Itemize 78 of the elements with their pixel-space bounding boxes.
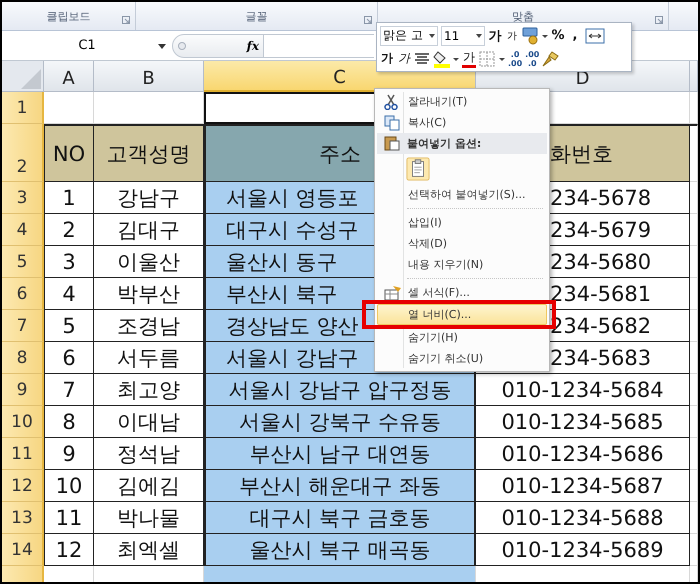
insert-function-button[interactable]: fx bbox=[246, 38, 259, 52]
table-cell: 부산시 해운대구 좌동 bbox=[204, 470, 476, 502]
caret-icon bbox=[476, 34, 482, 38]
table-cell: 010-1234-5688 bbox=[476, 502, 690, 534]
table-cell: 11 bbox=[44, 502, 94, 534]
merge-cells-icon[interactable] bbox=[585, 28, 605, 44]
ribbon-group-label: 글꼴 bbox=[246, 8, 268, 24]
table-cell: 010-1234-5684 bbox=[476, 374, 690, 406]
row-header[interactable]: 7 bbox=[2, 310, 44, 342]
table-cell: 3 bbox=[44, 246, 94, 278]
dialog-launcher-icon[interactable] bbox=[122, 16, 130, 24]
table-cell: 6 bbox=[44, 342, 94, 374]
format-painter-icon[interactable] bbox=[542, 50, 560, 68]
row-header[interactable]: 8 bbox=[2, 342, 44, 374]
row-header[interactable]: 14 bbox=[2, 534, 44, 566]
table-cell: 12 bbox=[44, 534, 94, 566]
column-header[interactable] bbox=[690, 61, 698, 92]
column-header[interactable]: B bbox=[94, 61, 204, 92]
ribbon-group-label: 맞춤 bbox=[512, 8, 534, 24]
borders-icon[interactable] bbox=[479, 50, 505, 66]
caret-icon bbox=[429, 34, 435, 38]
row-header[interactable]: 5 bbox=[2, 246, 44, 278]
table-cell: 010-1234-5685 bbox=[476, 406, 690, 438]
table-cell: NO bbox=[44, 124, 94, 182]
table-cell: 010-1234-5687 bbox=[476, 470, 690, 502]
corner-triangle-icon bbox=[21, 69, 41, 89]
menu-item[interactable]: 열 너비(C)... bbox=[377, 304, 547, 325]
dropdown-field[interactable]: 11 bbox=[441, 26, 485, 46]
splitter-handle-icon[interactable] bbox=[177, 40, 187, 52]
table-cell: 울산시 북구 매곡동 bbox=[204, 534, 476, 566]
table-cell: 10 bbox=[44, 470, 94, 502]
clipboard-icon bbox=[384, 135, 400, 151]
format-button[interactable]: , bbox=[568, 26, 582, 46]
format-cells-icon bbox=[384, 285, 402, 301]
format-button[interactable]: % bbox=[551, 26, 565, 46]
table-cell: 7 bbox=[44, 374, 94, 406]
table-cell: 2 bbox=[44, 214, 94, 246]
table-cell: 8 bbox=[44, 406, 94, 438]
dropdown-field[interactable]: 맑은 고 bbox=[380, 26, 438, 46]
table-cell: 5 bbox=[44, 310, 94, 342]
ribbon-group-label: 클립보드 bbox=[46, 8, 90, 24]
row-header[interactable]: 2 bbox=[2, 124, 44, 182]
row-header[interactable]: 4 bbox=[2, 214, 44, 246]
menu-item[interactable]: 잘라내기(T) bbox=[377, 91, 547, 112]
currency-icon[interactable] bbox=[522, 26, 548, 44]
grow-font-button[interactable]: 가 bbox=[488, 26, 502, 46]
table-cell: 010-1234-5689 bbox=[476, 534, 690, 566]
fill-color-icon[interactable] bbox=[433, 50, 459, 68]
row-header[interactable]: 6 bbox=[2, 278, 44, 310]
name-box[interactable]: C1 bbox=[2, 34, 172, 58]
scissors-icon bbox=[384, 94, 398, 110]
font-color-button[interactable]: 가 bbox=[462, 49, 476, 68]
table-cell: 9 bbox=[44, 438, 94, 470]
table-cell: 4 bbox=[44, 278, 94, 310]
table-cell: 고객성명 bbox=[94, 124, 204, 182]
dialog-launcher-icon[interactable] bbox=[655, 16, 663, 24]
dialog-launcher-icon[interactable] bbox=[364, 16, 372, 24]
table-cell: 서울시 강북구 수유동 bbox=[204, 406, 476, 438]
row-header[interactable]: 12 bbox=[2, 470, 44, 502]
table-cell: 부산시 남구 대연동 bbox=[204, 438, 476, 470]
formula-input[interactable] bbox=[264, 34, 374, 58]
shrink-font-button[interactable]: 가 bbox=[505, 26, 519, 46]
table-cell: 서울시 강남구 압구정동 bbox=[204, 374, 476, 406]
column-header[interactable]: A bbox=[44, 61, 94, 92]
table-cell: 1 bbox=[44, 182, 94, 214]
select-all-button[interactable] bbox=[2, 61, 44, 92]
row-header[interactable]: 3 bbox=[2, 182, 44, 214]
row-header[interactable]: 9 bbox=[2, 374, 44, 406]
caret-icon[interactable] bbox=[158, 44, 166, 48]
table-cell: 대구시 북구 금호동 bbox=[204, 502, 476, 534]
table-cell: 010-1234-5686 bbox=[476, 438, 690, 470]
row-header[interactable]: 10 bbox=[2, 406, 44, 438]
row-header[interactable]: 11 bbox=[2, 438, 44, 470]
copy-icon bbox=[384, 115, 400, 131]
row-header[interactable]: 1 bbox=[2, 92, 44, 124]
align-center-icon[interactable] bbox=[414, 52, 430, 66]
row-header[interactable]: 13 bbox=[2, 502, 44, 534]
paste-icon[interactable] bbox=[406, 157, 430, 181]
